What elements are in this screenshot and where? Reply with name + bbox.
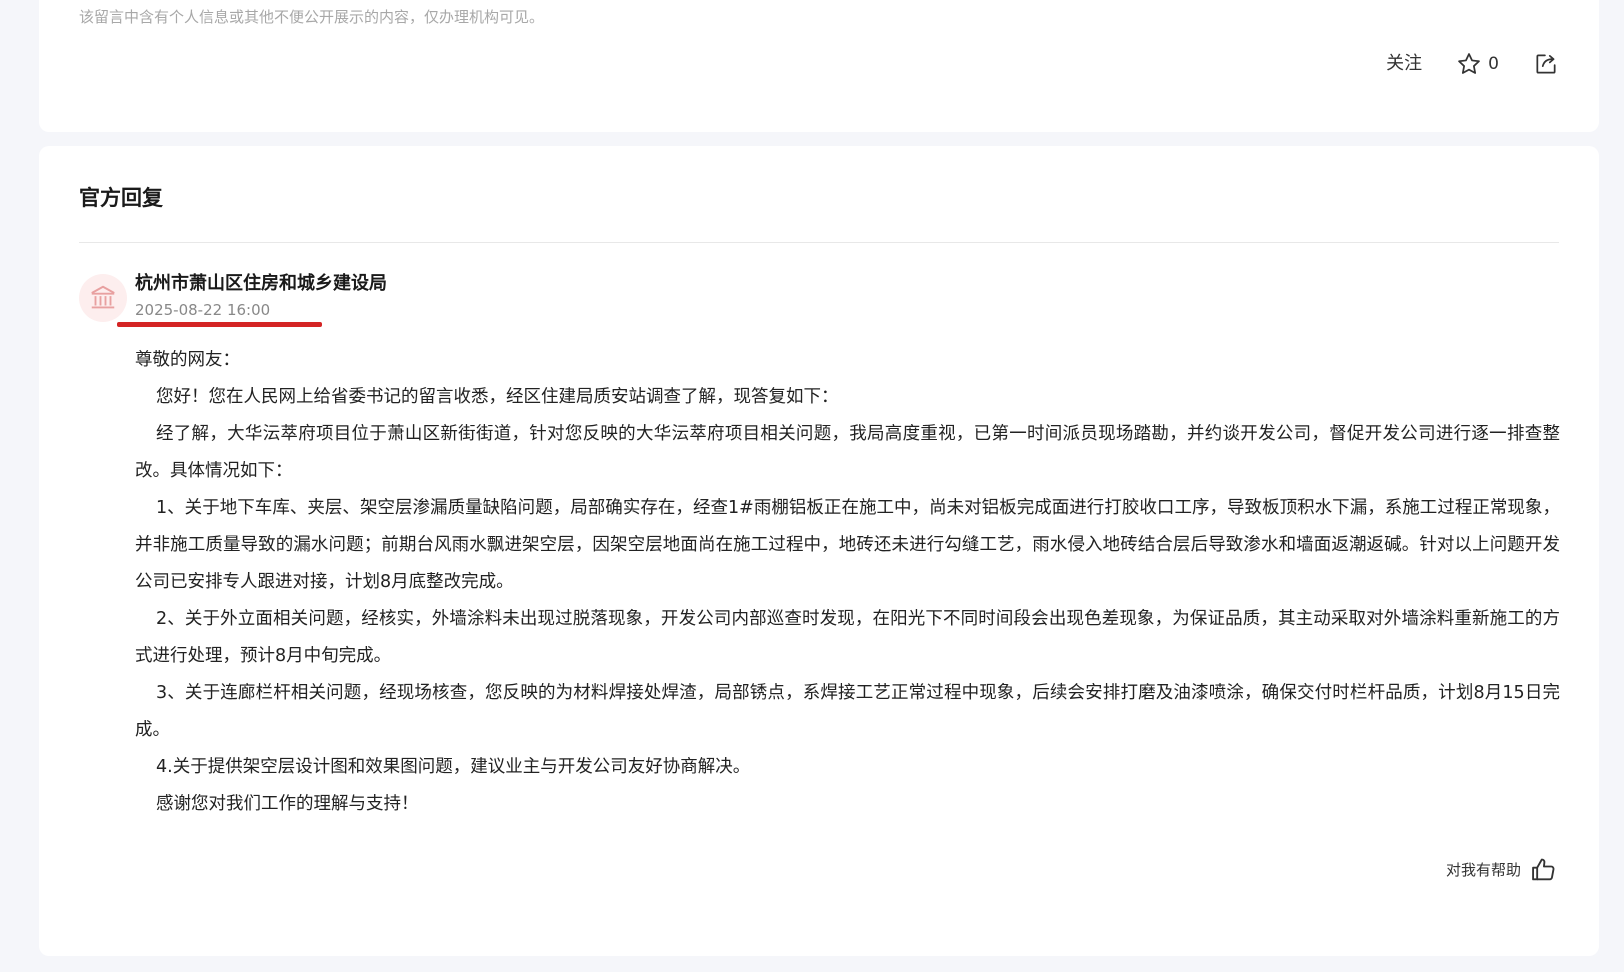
message-actions: 关注 0 — [1386, 50, 1559, 78]
reply-paragraph: 感谢您对我们工作的理解与支持！ — [156, 794, 419, 814]
org-avatar — [79, 274, 127, 322]
divider — [79, 242, 1559, 243]
reply-paragraph: 尊敬的网友： — [135, 350, 240, 370]
date-highlight-underline — [117, 322, 322, 327]
reply-paragraph: 2、关于外立面相关问题，经核实，外墙涂料未出现过脱落现象，开发公司内部巡查时发现… — [135, 609, 1560, 666]
favorite-count: 0 — [1488, 54, 1499, 74]
reply-paragraph: 您好！您在人民网上给省委书记的留言收悉，经区住建局质安站调查了解，现答复如下： — [156, 387, 839, 407]
thumbs-up-icon — [1532, 858, 1555, 881]
page: 该留言中含有个人信息或其他不便公开展示的内容，仅办理机构可见。 关注 0 官方回… — [0, 0, 1624, 972]
star-icon — [1458, 53, 1481, 74]
favorite-button[interactable]: 0 — [1456, 50, 1499, 78]
government-building-icon — [91, 285, 115, 309]
helpful-button[interactable]: 对我有帮助 — [1446, 856, 1557, 884]
reply-body: 尊敬的网友： 您好！您在人民网上给省委书记的留言收悉，经区住建局质安站调查了解，… — [135, 342, 1560, 823]
helpful-label: 对我有帮助 — [1445, 861, 1521, 879]
reply-paragraph: 3、关于连廊栏杆相关问题，经现场核查，您反映的为材料焊接处焊渣，局部锈点，系焊接… — [135, 683, 1560, 740]
org-name: 杭州市萧山区住房和城乡建设局 — [135, 273, 387, 294]
share-button[interactable] — [1533, 51, 1559, 77]
reply-date: 2025-08-22 16:00 — [135, 301, 271, 319]
section-title: 官方回复 — [79, 186, 163, 210]
follow-button[interactable]: 关注 — [1386, 50, 1422, 78]
reply-paragraph: 4.关于提供架空层设计图和效果图问题，建议业主与开发公司友好协商解决。 — [156, 757, 751, 777]
reply-paragraph: 1、关于地下车库、夹层、架空层渗漏质量缺陷问题，局部确实存在，经查1#雨棚铝板正… — [135, 498, 1560, 592]
privacy-notice: 该留言中含有个人信息或其他不便公开展示的内容，仅办理机构可见。 — [79, 8, 545, 26]
message-card: 该留言中含有个人信息或其他不便公开展示的内容，仅办理机构可见。 关注 0 — [39, 0, 1599, 132]
reply-paragraph: 经了解，大华沄萃府项目位于萧山区新街街道，针对您反映的大华沄萃府项目相关问题，我… — [135, 424, 1560, 481]
share-icon — [1536, 54, 1556, 74]
official-reply-card: 官方回复 杭州市萧山区住房和城乡建设局 2025-08-22 16:00 尊敬的… — [39, 146, 1599, 956]
